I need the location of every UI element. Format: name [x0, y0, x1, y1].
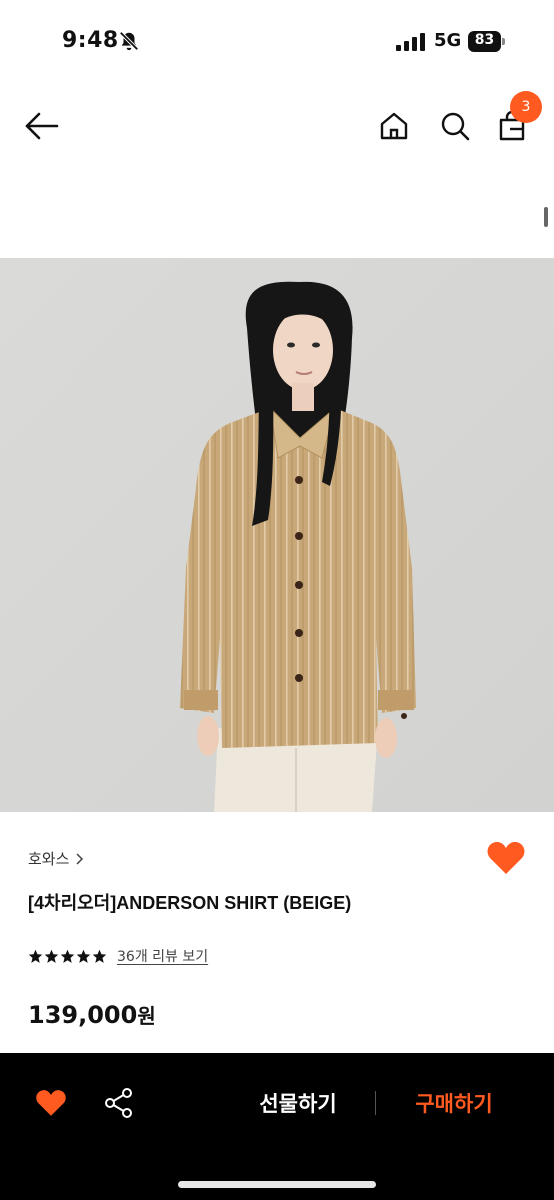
scroll-indicator [544, 207, 548, 227]
price-unit: 원 [137, 1004, 156, 1028]
battery-icon: 83 [468, 31, 505, 52]
wishlist-heart-icon[interactable] [486, 840, 526, 876]
price-value: 139,000 [28, 1001, 138, 1029]
signal-icon [396, 33, 425, 51]
home-icon [380, 112, 408, 140]
product-image[interactable] [0, 258, 554, 812]
search-button[interactable] [433, 104, 477, 148]
heart-icon[interactable] [35, 1088, 67, 1118]
rating-row: 36개 리뷰 보기 [28, 946, 208, 966]
home-button[interactable] [372, 104, 416, 148]
brand-link[interactable]: 호와스 [28, 848, 85, 869]
back-button[interactable] [20, 104, 64, 148]
divider [375, 1091, 376, 1115]
arrow-left-icon [25, 112, 59, 140]
star-rating [28, 949, 107, 964]
review-link[interactable]: 36개 리뷰 보기 [117, 946, 208, 966]
product-info: 호와스 [4차리오더]ANDERSON SHIRT (BEIGE) 36개 리뷰… [0, 812, 554, 1053]
bottom-action-bar: 선물하기 구매하기 [0, 1053, 554, 1200]
status-bar: 9:48 5G 83 [0, 0, 554, 84]
star-icon [60, 949, 75, 963]
cart-count-badge: 3 [510, 91, 542, 123]
home-indicator [178, 1181, 376, 1188]
product-title: [4차리오더]ANDERSON SHIRT (BEIGE) [28, 893, 352, 913]
search-icon [441, 112, 470, 141]
star-icon [92, 949, 107, 963]
top-navigation: 3 [0, 84, 554, 168]
star-icon [76, 949, 91, 963]
gift-button[interactable]: 선물하기 [240, 1085, 356, 1121]
buy-button[interactable]: 구매하기 [396, 1085, 512, 1121]
status-time: 9:48 [62, 28, 119, 53]
share-icon[interactable] [103, 1087, 135, 1119]
brand-name: 호와스 [28, 850, 70, 868]
chevron-right-icon [76, 852, 84, 865]
star-icon [28, 949, 43, 963]
star-icon [44, 949, 59, 963]
network-label: 5G [434, 30, 462, 51]
battery-level: 83 [474, 32, 495, 48]
bell-muted-icon [119, 31, 139, 51]
product-price: 139,000원 [28, 1000, 156, 1029]
product-photo [0, 258, 554, 812]
